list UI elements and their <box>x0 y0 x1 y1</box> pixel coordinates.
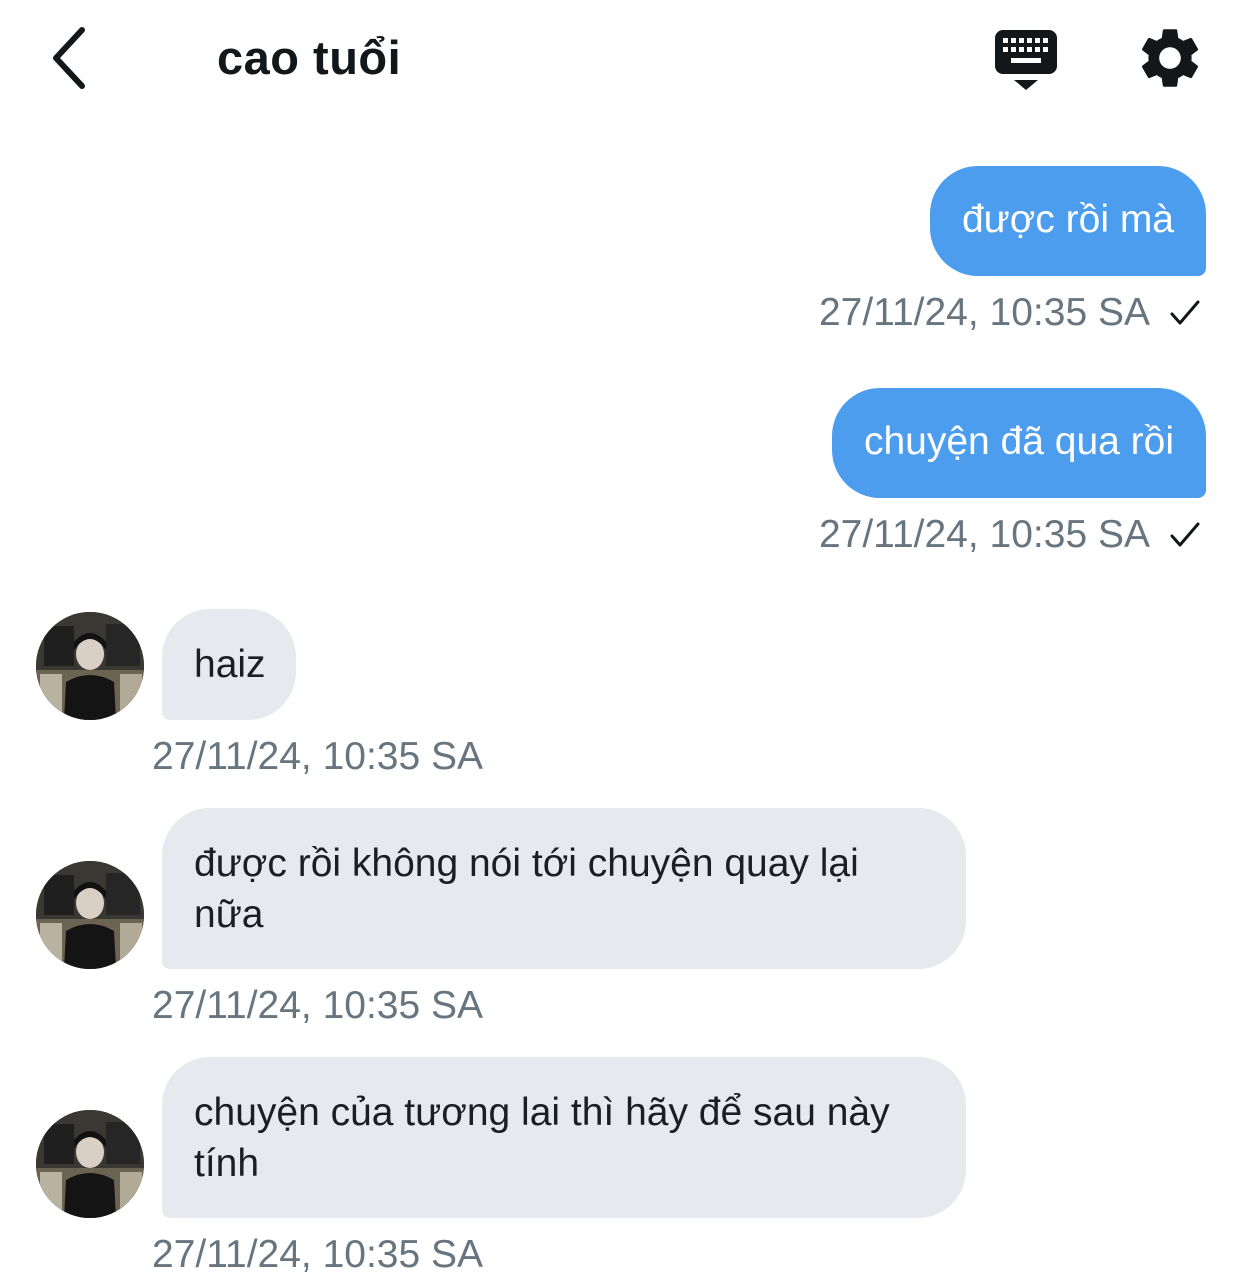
keyboard-icon <box>995 30 1057 90</box>
message-text: haiz <box>194 643 266 686</box>
avatar-photo <box>36 1110 144 1218</box>
avatar[interactable] <box>36 1110 144 1218</box>
message-timestamp: 27/11/24, 10:35 SA <box>152 735 484 778</box>
avatar-photo <box>36 861 144 969</box>
message-bubble-outgoing[interactable]: được rồi mà <box>929 166 1206 276</box>
message-bubble-incoming[interactable]: chuyện của tương lai thì hãy để sau này … <box>162 1057 966 1218</box>
timestamp-text: 27/11/24, 10:35 SA <box>818 513 1150 556</box>
message-text: chuyện đã qua rồi <box>863 420 1174 463</box>
timestamp-text: 27/11/24, 10:35 SA <box>818 291 1150 334</box>
message-timestamp: 27/11/24, 10:35 SA <box>152 984 484 1027</box>
keyboard-button[interactable] <box>990 26 1062 94</box>
message-timestamp: 27/11/24, 10:35 SA <box>819 511 1202 559</box>
message-text: chuyện của tương lai thì hãy để sau này … <box>194 1091 890 1185</box>
message-timestamp: 27/11/24, 10:35 SA <box>152 1233 484 1276</box>
check-icon <box>1170 300 1200 325</box>
conversation-title: cao tuổi <box>217 31 402 84</box>
check-icon <box>1170 522 1200 547</box>
avatar-photo <box>36 612 144 720</box>
chevron-left-icon <box>53 27 85 89</box>
back-button[interactable] <box>36 22 100 94</box>
message-bubble-outgoing[interactable]: chuyện đã qua rồi <box>831 388 1206 498</box>
message-bubble-incoming[interactable]: haiz <box>162 609 296 720</box>
message-bubble-incoming[interactable]: được rồi không nói tới chuyện quay lại n… <box>162 808 966 969</box>
settings-button[interactable] <box>1134 22 1206 94</box>
avatar[interactable] <box>36 612 144 720</box>
message-timestamp: 27/11/24, 10:35 SA <box>819 289 1202 337</box>
avatar[interactable] <box>36 861 144 969</box>
gear-icon <box>1141 29 1199 87</box>
conversation-header: cao tuổi <box>0 0 1242 120</box>
message-text: được rồi mà <box>961 198 1174 241</box>
message-text: được rồi không nói tới chuyện quay lại n… <box>194 842 859 936</box>
